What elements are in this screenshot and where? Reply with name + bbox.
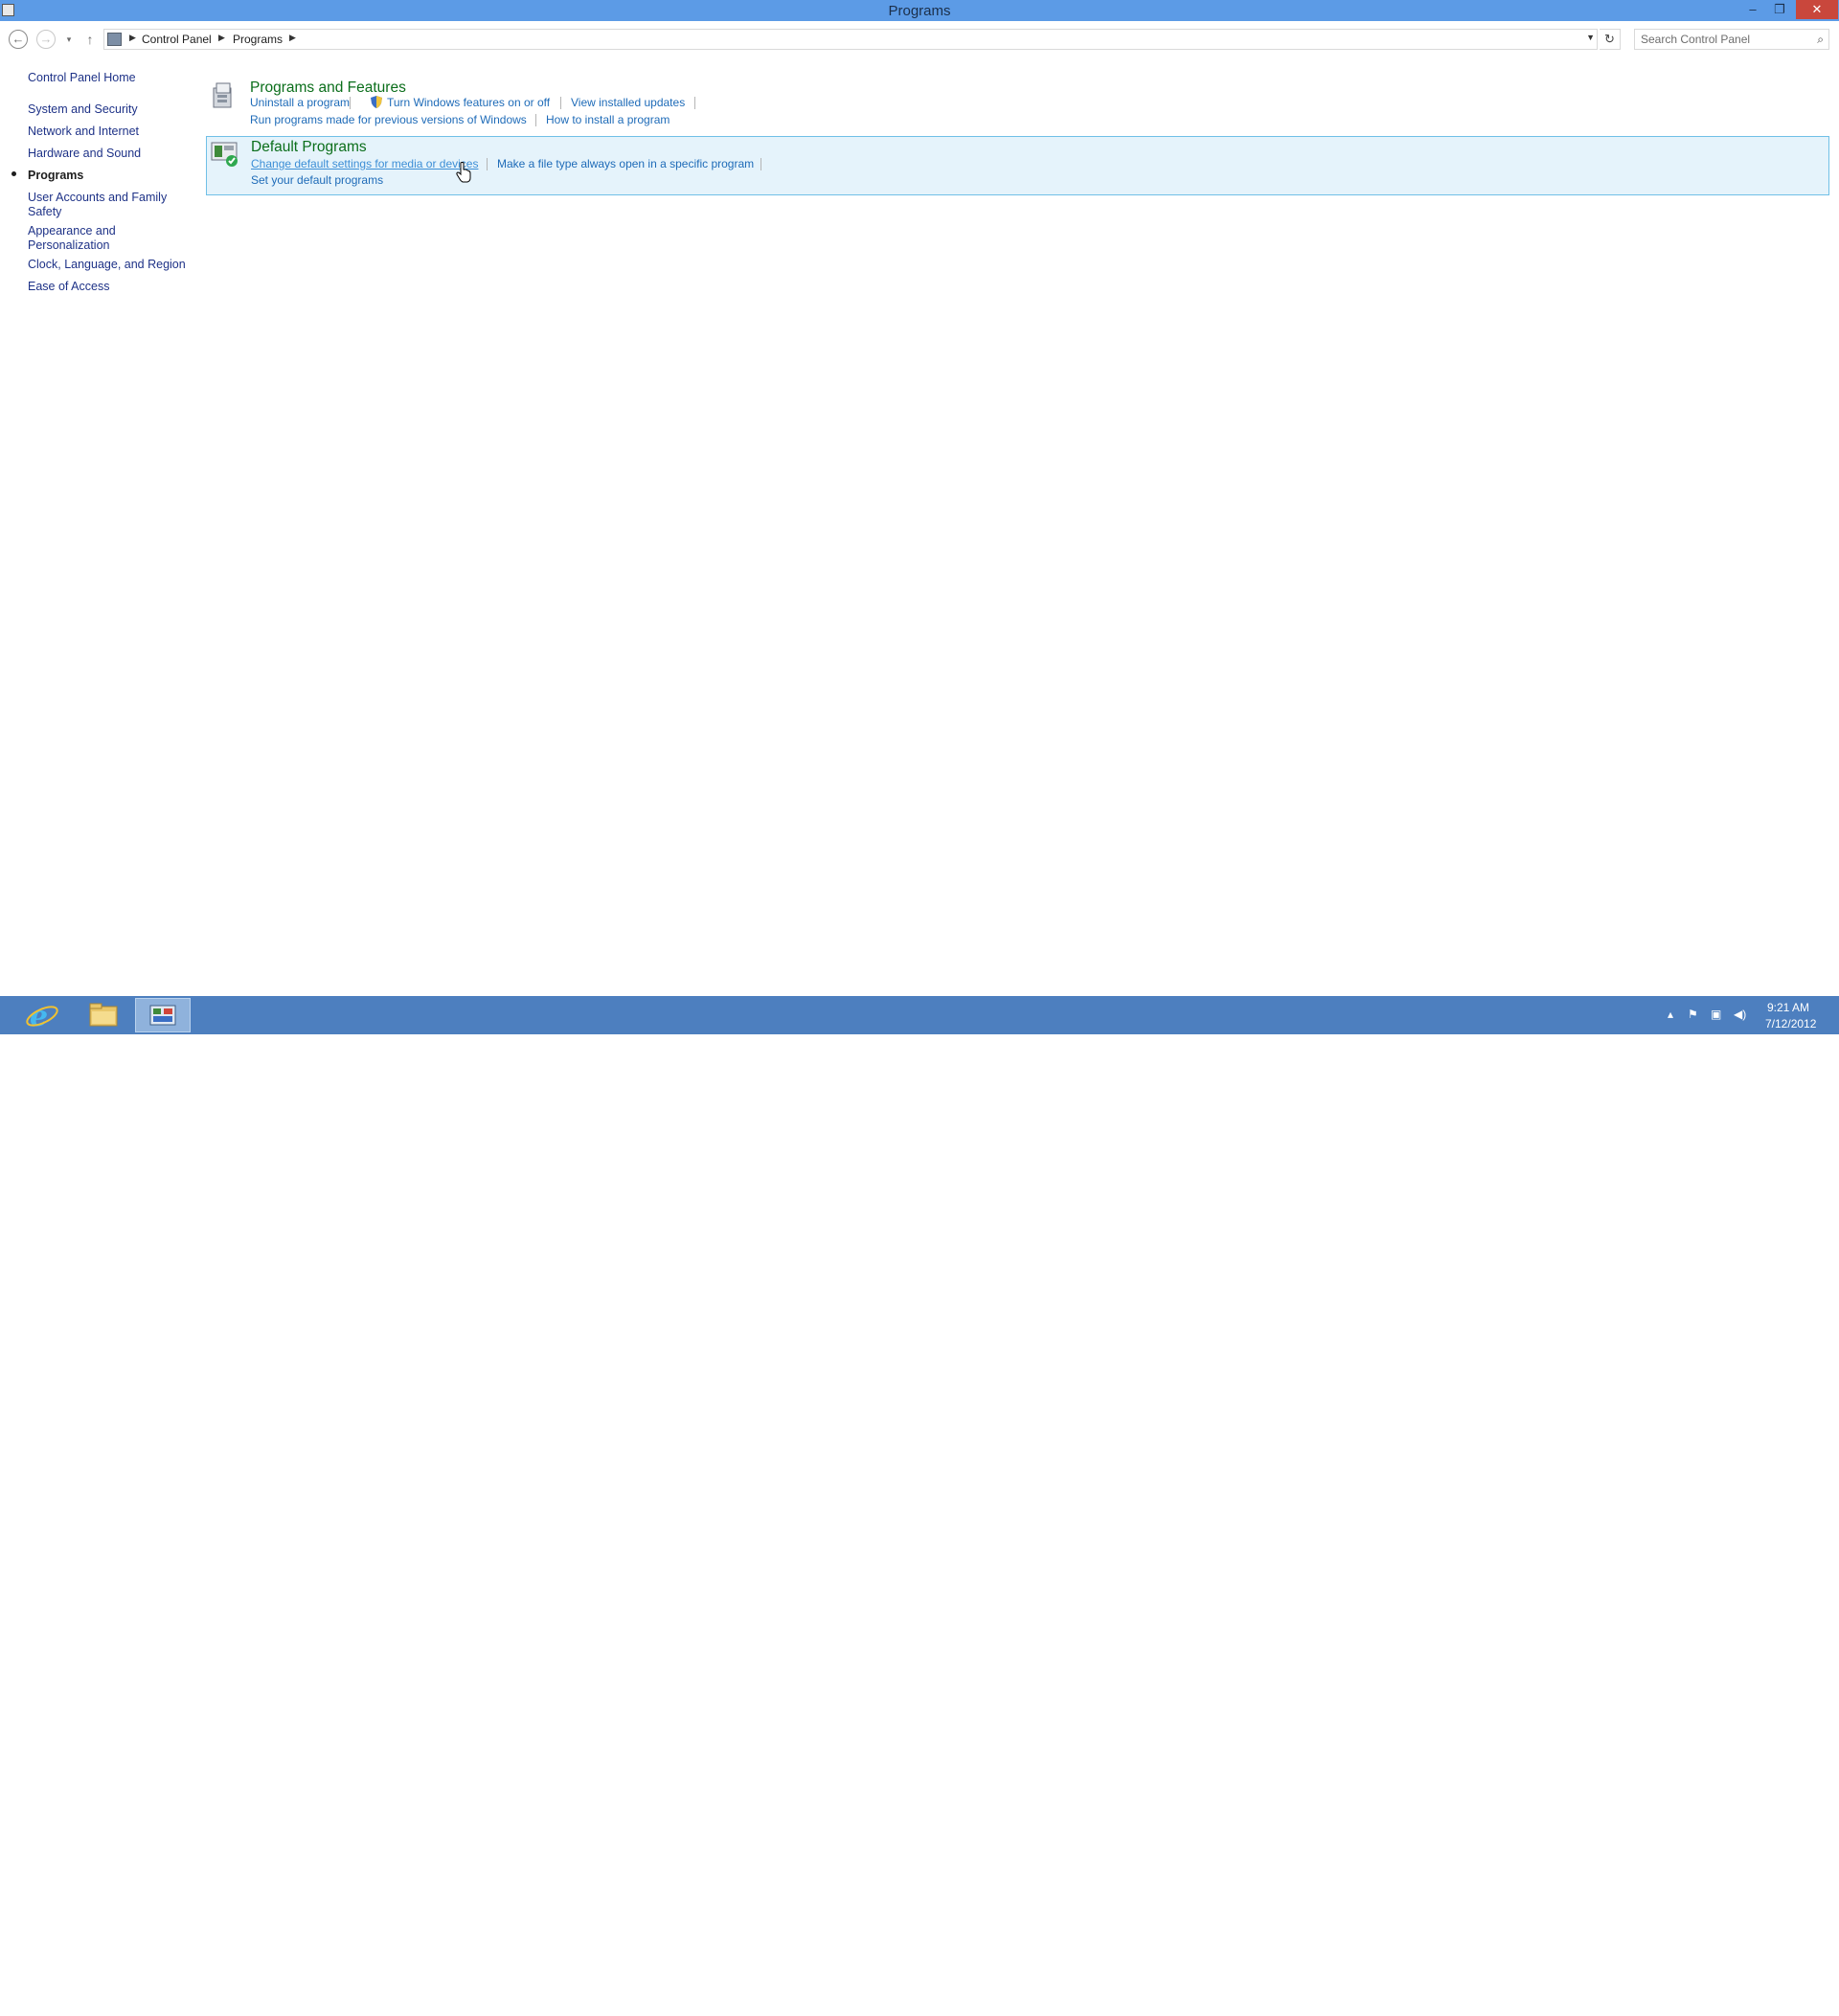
breadcrumb-control-panel[interactable]: Control Panel <box>142 33 212 46</box>
view-installed-updates-link[interactable]: View installed updates <box>571 96 685 109</box>
clock-date[interactable]: 7/12/2012 <box>1765 1017 1816 1031</box>
default-programs-icon[interactable] <box>210 140 238 169</box>
search-icon[interactable]: ⌕ <box>1817 33 1824 47</box>
file-type-association-link[interactable]: Make a file type always open in a specif… <box>497 157 754 170</box>
network-icon[interactable]: ▣ <box>1711 1008 1721 1021</box>
forward-button[interactable]: → <box>36 30 56 49</box>
flag-icon[interactable]: ⚑ <box>1688 1008 1698 1021</box>
link-separator <box>535 114 536 126</box>
active-bullet-icon <box>11 171 16 176</box>
sidebar-item-ease-of-access[interactable]: Ease of Access <box>28 280 171 294</box>
sidebar-item-clock-language-region[interactable]: Clock, Language, and Region <box>28 258 191 272</box>
control-panel-icon <box>107 33 122 46</box>
chevron-right-icon[interactable]: ▶ <box>129 33 136 43</box>
hand-cursor-icon <box>456 162 471 183</box>
change-default-settings-link[interactable]: Change default settings for media or dev… <box>251 157 478 170</box>
chevron-right-icon[interactable]: ▶ <box>218 33 225 43</box>
chevron-up-icon[interactable]: ▴ <box>1668 1008 1673 1021</box>
internet-explorer-icon: e <box>26 1000 58 1033</box>
chevron-down-icon[interactable]: ▼ <box>1586 33 1595 42</box>
minimize-button[interactable]: – <box>1739 0 1766 19</box>
category-title[interactable]: Programs and Features <box>250 79 406 97</box>
recent-locations-button[interactable]: ▾ <box>59 30 79 49</box>
internet-explorer-button[interactable]: e <box>14 998 70 1033</box>
set-default-programs-link[interactable]: Set your default programs <box>251 173 383 187</box>
how-to-install-link[interactable]: How to install a program <box>546 113 670 126</box>
volume-icon[interactable]: ◀) <box>1734 1008 1746 1021</box>
back-button[interactable]: ← <box>9 30 28 49</box>
address-bar[interactable]: ▶ Control Panel ▶ Programs ▶ ▼ <box>103 29 1598 50</box>
link-separator <box>350 97 351 109</box>
link-separator <box>487 158 488 170</box>
sidebar-item-user-accounts[interactable]: User Accounts and Family Safety <box>28 191 170 219</box>
folder-icon <box>89 1003 118 1027</box>
control-panel-icon <box>149 1005 176 1026</box>
shield-icon <box>371 96 382 108</box>
run-older-programs-link[interactable]: Run programs made for previous versions … <box>250 113 527 126</box>
close-button[interactable]: ✕ <box>1796 0 1838 19</box>
sidebar-item-network-and-internet[interactable]: Network and Internet <box>28 125 171 139</box>
window-title: Programs <box>888 3 951 19</box>
category-programs-and-features: Programs and Features Uninstall a progra… <box>206 75 1829 134</box>
restore-button[interactable]: ❐ <box>1766 0 1793 19</box>
refresh-button[interactable]: ↻ <box>1600 29 1621 50</box>
chevron-right-icon[interactable]: ▶ <box>289 33 296 43</box>
link-separator <box>560 97 561 109</box>
breadcrumb-programs[interactable]: Programs <box>233 33 283 46</box>
sidebar-item-system-and-security[interactable]: System and Security <box>28 102 171 117</box>
svg-text:e: e <box>30 1000 48 1032</box>
sidebar-item-programs[interactable]: Programs <box>28 169 171 183</box>
sidebar-item-appearance[interactable]: Appearance and Personalization <box>28 224 124 253</box>
link-separator <box>694 97 695 109</box>
control-panel-taskbar-button[interactable] <box>135 998 191 1032</box>
sidebar-item-control-panel-home[interactable]: Control Panel Home <box>28 71 171 85</box>
taskbar: e The Collection Book ▴ ⚑ ▣ ◀) 9:21 AM 7… <box>0 996 1839 2015</box>
file-explorer-button[interactable] <box>75 998 130 1032</box>
title-bar: Programs – ❐ ✕ <box>0 0 1839 21</box>
up-button[interactable]: ↑ <box>80 30 100 49</box>
category-default-programs[interactable]: Default Programs Change default settings… <box>206 136 1829 195</box>
clock-time[interactable]: 9:21 AM <box>1767 1001 1809 1014</box>
watermark-text: The Collection Book <box>1657 1996 1812 2015</box>
uninstall-program-link[interactable]: Uninstall a program <box>250 96 350 109</box>
programs-and-features-icon[interactable] <box>209 80 238 109</box>
search-input[interactable] <box>1641 32 1804 47</box>
navigation-bar: ← → ▾ ↑ ▶ Control Panel ▶ Programs ▶ ▼ ↻… <box>0 21 1839 57</box>
search-box[interactable]: ⌕ <box>1634 29 1829 50</box>
category-title[interactable]: Default Programs <box>251 139 367 156</box>
sidebar-item-hardware-and-sound[interactable]: Hardware and Sound <box>28 147 171 161</box>
turn-windows-features-link[interactable]: Turn Windows features on or off <box>387 96 550 109</box>
